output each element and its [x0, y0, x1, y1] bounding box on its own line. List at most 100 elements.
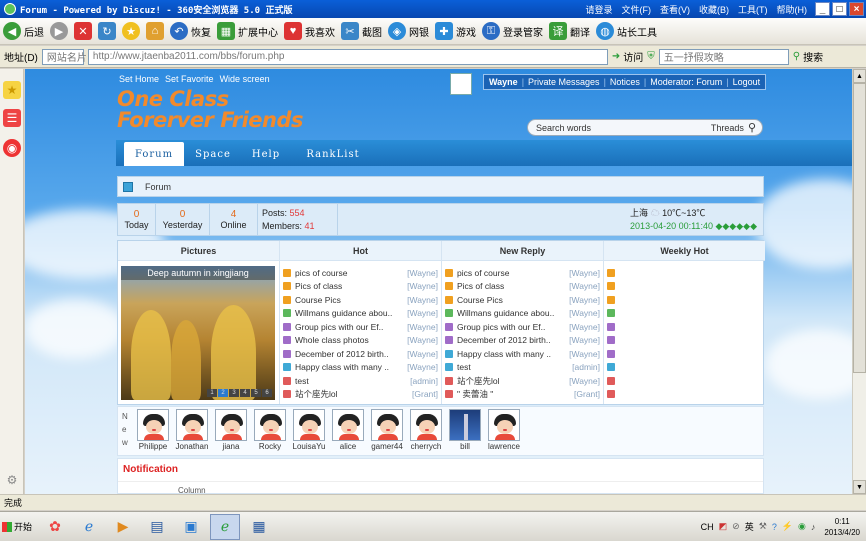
thread-row[interactable]: Happy class with many .. [Wayne]	[445, 347, 600, 361]
member-name-link[interactable]: lawrence	[487, 442, 521, 451]
thread-author-link[interactable]: [Wayne]	[569, 376, 600, 386]
login-link[interactable]: 请登录	[585, 3, 612, 16]
app-launcher-icon[interactable]: ✿	[40, 514, 70, 540]
thread-author-link[interactable]: [Wayne]	[569, 335, 600, 345]
site-card-dropdown[interactable]: 网站名片	[41, 48, 87, 65]
member-card[interactable]: LouisaYu	[292, 409, 326, 451]
member-avatar[interactable]	[293, 409, 325, 441]
webmaster-tools-button[interactable]: ◍ 站长工具	[596, 22, 657, 40]
thread-row[interactable]: Whole class photos [Wayne]	[283, 334, 438, 348]
thread-row[interactable]: Pics of class [Wayne]	[445, 280, 600, 294]
member-avatar[interactable]	[410, 409, 442, 441]
menu-file[interactable]: 文件(F)	[622, 3, 652, 16]
thread-author-link[interactable]: [Grant]	[574, 389, 600, 399]
private-messages-link[interactable]: Private Messages	[528, 77, 600, 87]
thread-author-link[interactable]: [Wayne]	[569, 308, 600, 318]
thread-row[interactable]: test [admin]	[445, 361, 600, 375]
360-safe-icon[interactable]: ◉	[798, 521, 806, 532]
slide-page-6[interactable]: 6	[262, 389, 272, 397]
nav-tab-help[interactable]: Help	[244, 142, 288, 166]
thread-author-link[interactable]: [Wayne]	[407, 362, 438, 372]
scroll-thumb[interactable]	[853, 83, 866, 373]
nav-tab-ranklist[interactable]: RankList	[298, 142, 368, 166]
member-avatar[interactable]	[254, 409, 286, 441]
thread-title-link[interactable]: Happy class with many ..	[295, 362, 405, 372]
slide-page-4[interactable]: 4	[240, 389, 250, 397]
remote-desktop-icon[interactable]: ▣	[176, 514, 206, 540]
member-card[interactable]: alice	[331, 409, 365, 451]
thread-author-link[interactable]: [Wayne]	[569, 322, 600, 332]
minimize-button[interactable]: _	[815, 2, 830, 16]
slide-page-2[interactable]: 2	[218, 389, 228, 397]
member-name-link[interactable]: cherrych	[409, 442, 443, 451]
thread-row[interactable]: " 卖蕾油 " [Grant]	[445, 388, 600, 402]
tools-icon[interactable]: ⚒	[759, 521, 767, 532]
member-card[interactable]: Philippe	[136, 409, 170, 451]
media-player-icon[interactable]: ▶	[108, 514, 138, 540]
thread-author-link[interactable]: [Wayne]	[569, 295, 600, 305]
settings-gear-icon[interactable]: ⚙	[3, 471, 21, 489]
thread-author-link[interactable]: [Wayne]	[569, 349, 600, 359]
forum-search-input[interactable]: Search words	[536, 123, 591, 133]
screenshot-button[interactable]: ✂ 截图	[341, 22, 382, 40]
member-card[interactable]: jiana	[214, 409, 248, 451]
thread-row[interactable]: Group pics with our Ef.. [Wayne]	[445, 320, 600, 334]
member-name-link[interactable]: gamer44	[370, 442, 404, 451]
member-name-link[interactable]: Jonathan	[175, 442, 209, 451]
member-name-link[interactable]: jiana	[214, 442, 248, 451]
wide-screen-link[interactable]: Wide screen	[220, 74, 270, 84]
favorite-star-icon[interactable]: ★	[122, 22, 140, 40]
thread-author-link[interactable]: [Wayne]	[407, 335, 438, 345]
browser-search-button[interactable]: ⚲ 搜索	[793, 49, 823, 65]
thread-author-link[interactable]: [Wayne]	[569, 281, 600, 291]
thread-author-link[interactable]: [admin]	[572, 362, 600, 372]
member-avatar[interactable]	[176, 409, 208, 441]
menu-help[interactable]: 帮助(H)	[777, 3, 808, 16]
thread-title-link[interactable]: December of 2012 birth..	[295, 349, 405, 359]
member-name-link[interactable]: bill	[448, 442, 482, 451]
thread-title-link[interactable]: Pics of class	[295, 281, 405, 291]
member-card[interactable]: gamer44	[370, 409, 404, 451]
network-icon[interactable]: ⚡	[782, 521, 793, 532]
security-shield-icon[interactable]: ⛨	[647, 51, 655, 62]
thread-title-link[interactable]: Whole class photos	[295, 335, 405, 345]
volume-icon[interactable]: ♪	[811, 522, 816, 532]
thread-author-link[interactable]: [Wayne]	[569, 268, 600, 278]
slide-page-1[interactable]: 1	[207, 389, 217, 397]
weibo-icon[interactable]: ◉	[3, 139, 21, 157]
restore-button[interactable]: ↶ 恢复	[170, 22, 211, 40]
maximize-button[interactable]: □	[832, 2, 847, 16]
thread-author-link[interactable]: [Grant]	[412, 389, 438, 399]
thread-author-link[interactable]: [admin]	[410, 376, 438, 386]
menu-tools[interactable]: 工具(T)	[738, 3, 768, 16]
thread-title-link[interactable]: Willmans guidance abou..	[295, 308, 405, 318]
member-avatar[interactable]	[332, 409, 364, 441]
netbank-button[interactable]: ◈ 网银	[388, 22, 429, 40]
home-button[interactable]: ⌂	[146, 22, 164, 40]
thread-author-link[interactable]: [Wayne]	[407, 281, 438, 291]
thread-title-link[interactable]: pics of course	[457, 268, 567, 278]
thread-row[interactable]: Happy class with many .. [Wayne]	[283, 361, 438, 375]
notices-link[interactable]: Notices	[610, 77, 640, 87]
thread-row[interactable]: December of 2012 birth.. [Wayne]	[445, 334, 600, 348]
thread-row[interactable]: Group pics with our Ef.. [Wayne]	[283, 320, 438, 334]
login-manager-button[interactable]: ⚿ 登录管家	[482, 22, 543, 40]
nav-tab-forum[interactable]: Forum	[124, 142, 184, 166]
member-name-link[interactable]: LouisaYu	[292, 442, 326, 451]
member-card[interactable]: bill	[448, 409, 482, 451]
menu-view[interactable]: 查看(V)	[660, 3, 690, 16]
thread-row[interactable]: December of 2012 birth.. [Wayne]	[283, 347, 438, 361]
ime-english[interactable]: 英	[745, 520, 754, 533]
start-button[interactable]: 开始	[2, 515, 36, 539]
forum-search-box[interactable]: Search words Threads ⚲	[527, 119, 763, 136]
search-scope-select[interactable]: Threads	[711, 123, 744, 133]
moderator-link[interactable]: Moderator: Forum	[650, 77, 722, 87]
scroll-down-button[interactable]: ▼	[853, 480, 866, 494]
home-icon[interactable]	[123, 181, 133, 192]
browser-search-input[interactable]: 五一抒假攻略	[658, 48, 789, 65]
thread-title-link[interactable]: Course Pics	[457, 295, 567, 305]
input-language[interactable]: CH	[701, 522, 714, 532]
scroll-up-button[interactable]: ▲	[853, 69, 866, 83]
translate-button[interactable]: 译 翻译	[549, 22, 590, 40]
member-name-link[interactable]: Philippe	[136, 442, 170, 451]
